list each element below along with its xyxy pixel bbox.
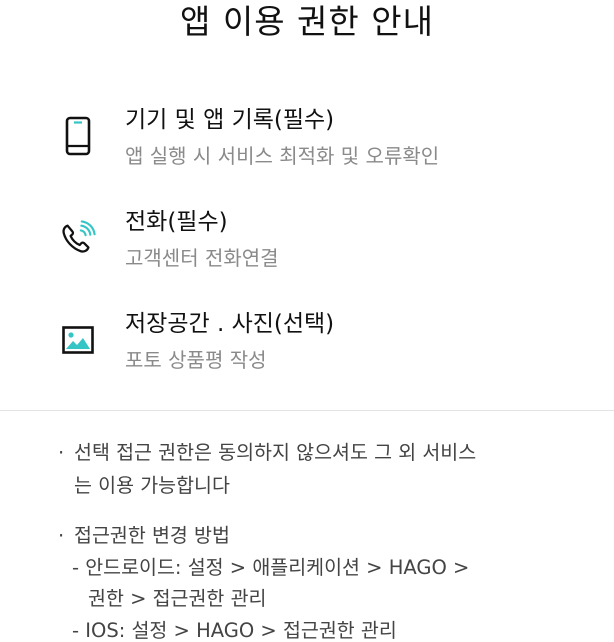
phone-call-icon — [60, 218, 96, 258]
android-instructions-cont: 권한 > 접근권한 관리 — [88, 587, 267, 610]
permission-name: 기기 및 앱 기록(필수) — [125, 107, 335, 133]
permission-description: 포토 상품평 작성 — [125, 348, 267, 372]
smartphone-icon — [60, 116, 96, 156]
image-icon — [60, 320, 96, 360]
permission-description: 고객센터 전화연결 — [125, 246, 279, 270]
change-method-title: 접근권한 변경 방법 — [74, 524, 230, 547]
permission-item-storage: 저장공간 . 사진(선택) 포토 상품평 작성 — [0, 308, 614, 388]
permission-name: 저장공간 . 사진(선택) — [125, 311, 335, 337]
permission-item-device: 기기 및 앱 기록(필수) 앱 실행 시 서비스 최적화 및 오류확인 — [0, 104, 614, 184]
ios-instructions: - IOS: 설정 > HAGO > 접근권한 관리 — [72, 619, 397, 642]
permission-item-phone: 전화(필수) 고객센터 전화연결 — [0, 206, 614, 286]
optional-permission-note-cont: 는 이용 가능합니다 — [74, 474, 230, 497]
android-instructions: - 안드로이드: 설정 > 애플리케이션 > HAGO > — [72, 556, 470, 579]
section-divider — [0, 410, 614, 411]
permission-guide-page: 앱 이용 권한 안내 기기 및 앱 기록(필수) 앱 실행 시 서비스 최적화 … — [0, 0, 614, 642]
permission-name: 전화(필수) — [125, 209, 228, 235]
bullet-mark: · — [58, 524, 65, 547]
permission-description: 앱 실행 시 서비스 최적화 및 오류확인 — [125, 144, 440, 168]
bullet-mark: · — [58, 441, 65, 464]
page-title: 앱 이용 권한 안내 — [180, 2, 434, 41]
optional-permission-note: 선택 접근 권한은 동의하지 않으셔도 그 외 서비스 — [74, 441, 477, 464]
